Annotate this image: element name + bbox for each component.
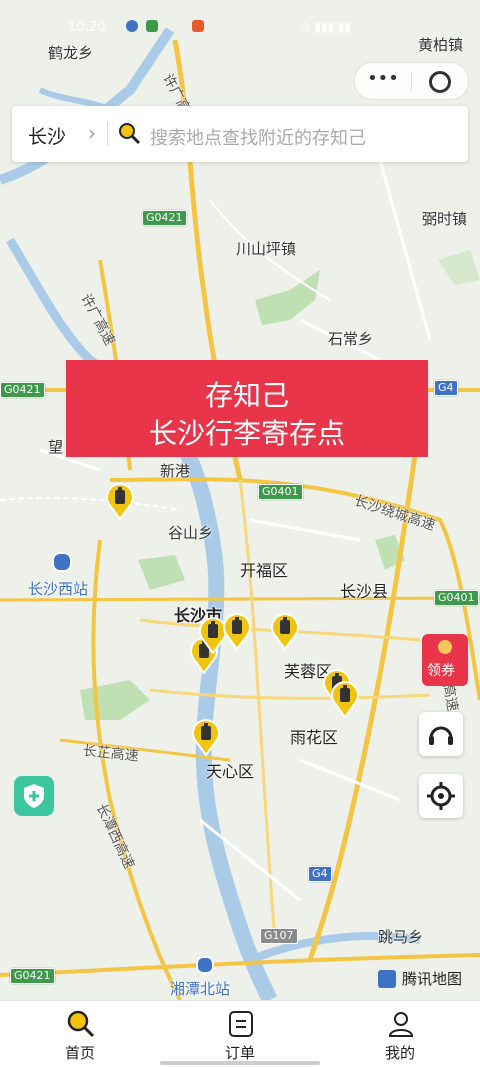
district-label: 长沙县 bbox=[340, 582, 389, 601]
road-shield: G0401 bbox=[258, 484, 303, 500]
station-label: 湘潭北站 bbox=[170, 980, 231, 998]
tab-label: 首页 bbox=[64, 1044, 95, 1062]
shield-plus-icon bbox=[24, 784, 44, 808]
chevron-right-icon: › bbox=[88, 121, 96, 145]
home-indicator bbox=[160, 1061, 320, 1065]
app-notification-icon bbox=[192, 20, 204, 32]
map-label: 新港 bbox=[160, 462, 191, 480]
road-shield: G0421 bbox=[142, 210, 187, 226]
map-label: 石常乡 bbox=[328, 330, 374, 348]
map-label: 跳马乡 bbox=[378, 928, 424, 946]
storage-point-marker[interactable] bbox=[191, 718, 221, 757]
tab-orders[interactable]: 订单 bbox=[160, 1001, 320, 1067]
search-input[interactable]: 搜索地点查找附近的存知己 bbox=[150, 124, 366, 150]
road-shield: G4 bbox=[434, 380, 458, 396]
road-shield: G0401 bbox=[434, 590, 479, 606]
map-label: 黄柏镇 bbox=[418, 36, 464, 54]
road-shield: G0421 bbox=[10, 968, 55, 984]
tencent-map-logo-icon bbox=[378, 970, 396, 988]
road-shield: G107 bbox=[260, 928, 298, 944]
promo-banner: 存知己 长沙行李寄存点 bbox=[66, 360, 428, 457]
district-label: 开福区 bbox=[240, 561, 289, 580]
storage-point-marker[interactable] bbox=[330, 680, 360, 719]
safety-button[interactable] bbox=[14, 776, 54, 816]
status-time: 10:20 bbox=[68, 20, 106, 35]
station-label: 长沙西站 bbox=[28, 580, 89, 598]
app-notification-icon bbox=[146, 20, 158, 32]
locate-icon bbox=[427, 782, 455, 810]
map-view[interactable]: 10:20 ◎ ▮▮▮ ▮▮ 鹤龙乡 黄柏镇 川山坪镇 弼时镇 石常乡 望 新港… bbox=[0, 0, 480, 1000]
tab-mine[interactable]: 我的 bbox=[320, 1001, 480, 1067]
storage-point-marker[interactable] bbox=[105, 482, 135, 521]
miniprogram-capsule: ••• bbox=[354, 62, 469, 100]
map-label: 鹤龙乡 bbox=[48, 44, 94, 62]
coupon-button[interactable]: 领券 bbox=[422, 634, 468, 686]
customer-service-button[interactable] bbox=[419, 712, 463, 756]
train-station-icon bbox=[196, 956, 214, 974]
locate-button[interactable] bbox=[419, 774, 463, 818]
app-notification-icon bbox=[126, 20, 138, 32]
user-icon bbox=[388, 1012, 414, 1037]
storage-point-marker[interactable] bbox=[222, 612, 252, 651]
headset-icon bbox=[429, 726, 453, 745]
road-shield: G4 bbox=[308, 866, 332, 882]
map-label: 川山坪镇 bbox=[236, 240, 297, 258]
search-divider bbox=[107, 122, 108, 146]
more-menu-button[interactable]: ••• bbox=[355, 69, 411, 93]
district-label: 雨花区 bbox=[290, 728, 339, 747]
coupon-coin-icon bbox=[438, 640, 452, 654]
district-label: 天心区 bbox=[206, 762, 255, 781]
close-miniprogram-button[interactable] bbox=[429, 71, 451, 93]
capsule-divider bbox=[411, 71, 412, 91]
tab-home[interactable]: 首页 bbox=[0, 1001, 160, 1067]
search-bar: 长沙 › 搜索地点查找附近的存知己 bbox=[12, 106, 468, 162]
search-icon bbox=[67, 1010, 95, 1038]
tab-label: 我的 bbox=[384, 1044, 415, 1062]
road-shield: G0421 bbox=[0, 382, 45, 398]
city-selector[interactable]: 长沙 bbox=[28, 122, 66, 149]
banner-subtitle: 长沙行李寄存点 bbox=[148, 417, 345, 450]
train-station-icon bbox=[52, 552, 72, 572]
map-brand-text: 腾讯地图 bbox=[402, 970, 463, 988]
coupon-label: 领券 bbox=[427, 663, 455, 679]
banner-title: 存知己 bbox=[204, 379, 289, 412]
signal-icon: ◎ ▮▮▮ ▮▮ bbox=[300, 20, 352, 34]
tab-label: 订单 bbox=[224, 1044, 255, 1062]
map-label: 谷山乡 bbox=[168, 524, 214, 542]
search-icon bbox=[118, 122, 141, 145]
storage-point-marker[interactable] bbox=[270, 612, 300, 651]
map-label: 弼时镇 bbox=[422, 210, 468, 228]
status-bar: 10:20 ◎ ▮▮▮ ▮▮ bbox=[0, 0, 480, 40]
order-icon bbox=[229, 1011, 253, 1037]
map-label: 望 bbox=[48, 438, 64, 456]
bottom-tab-bar: 首页 订单 我的 bbox=[0, 1000, 480, 1067]
